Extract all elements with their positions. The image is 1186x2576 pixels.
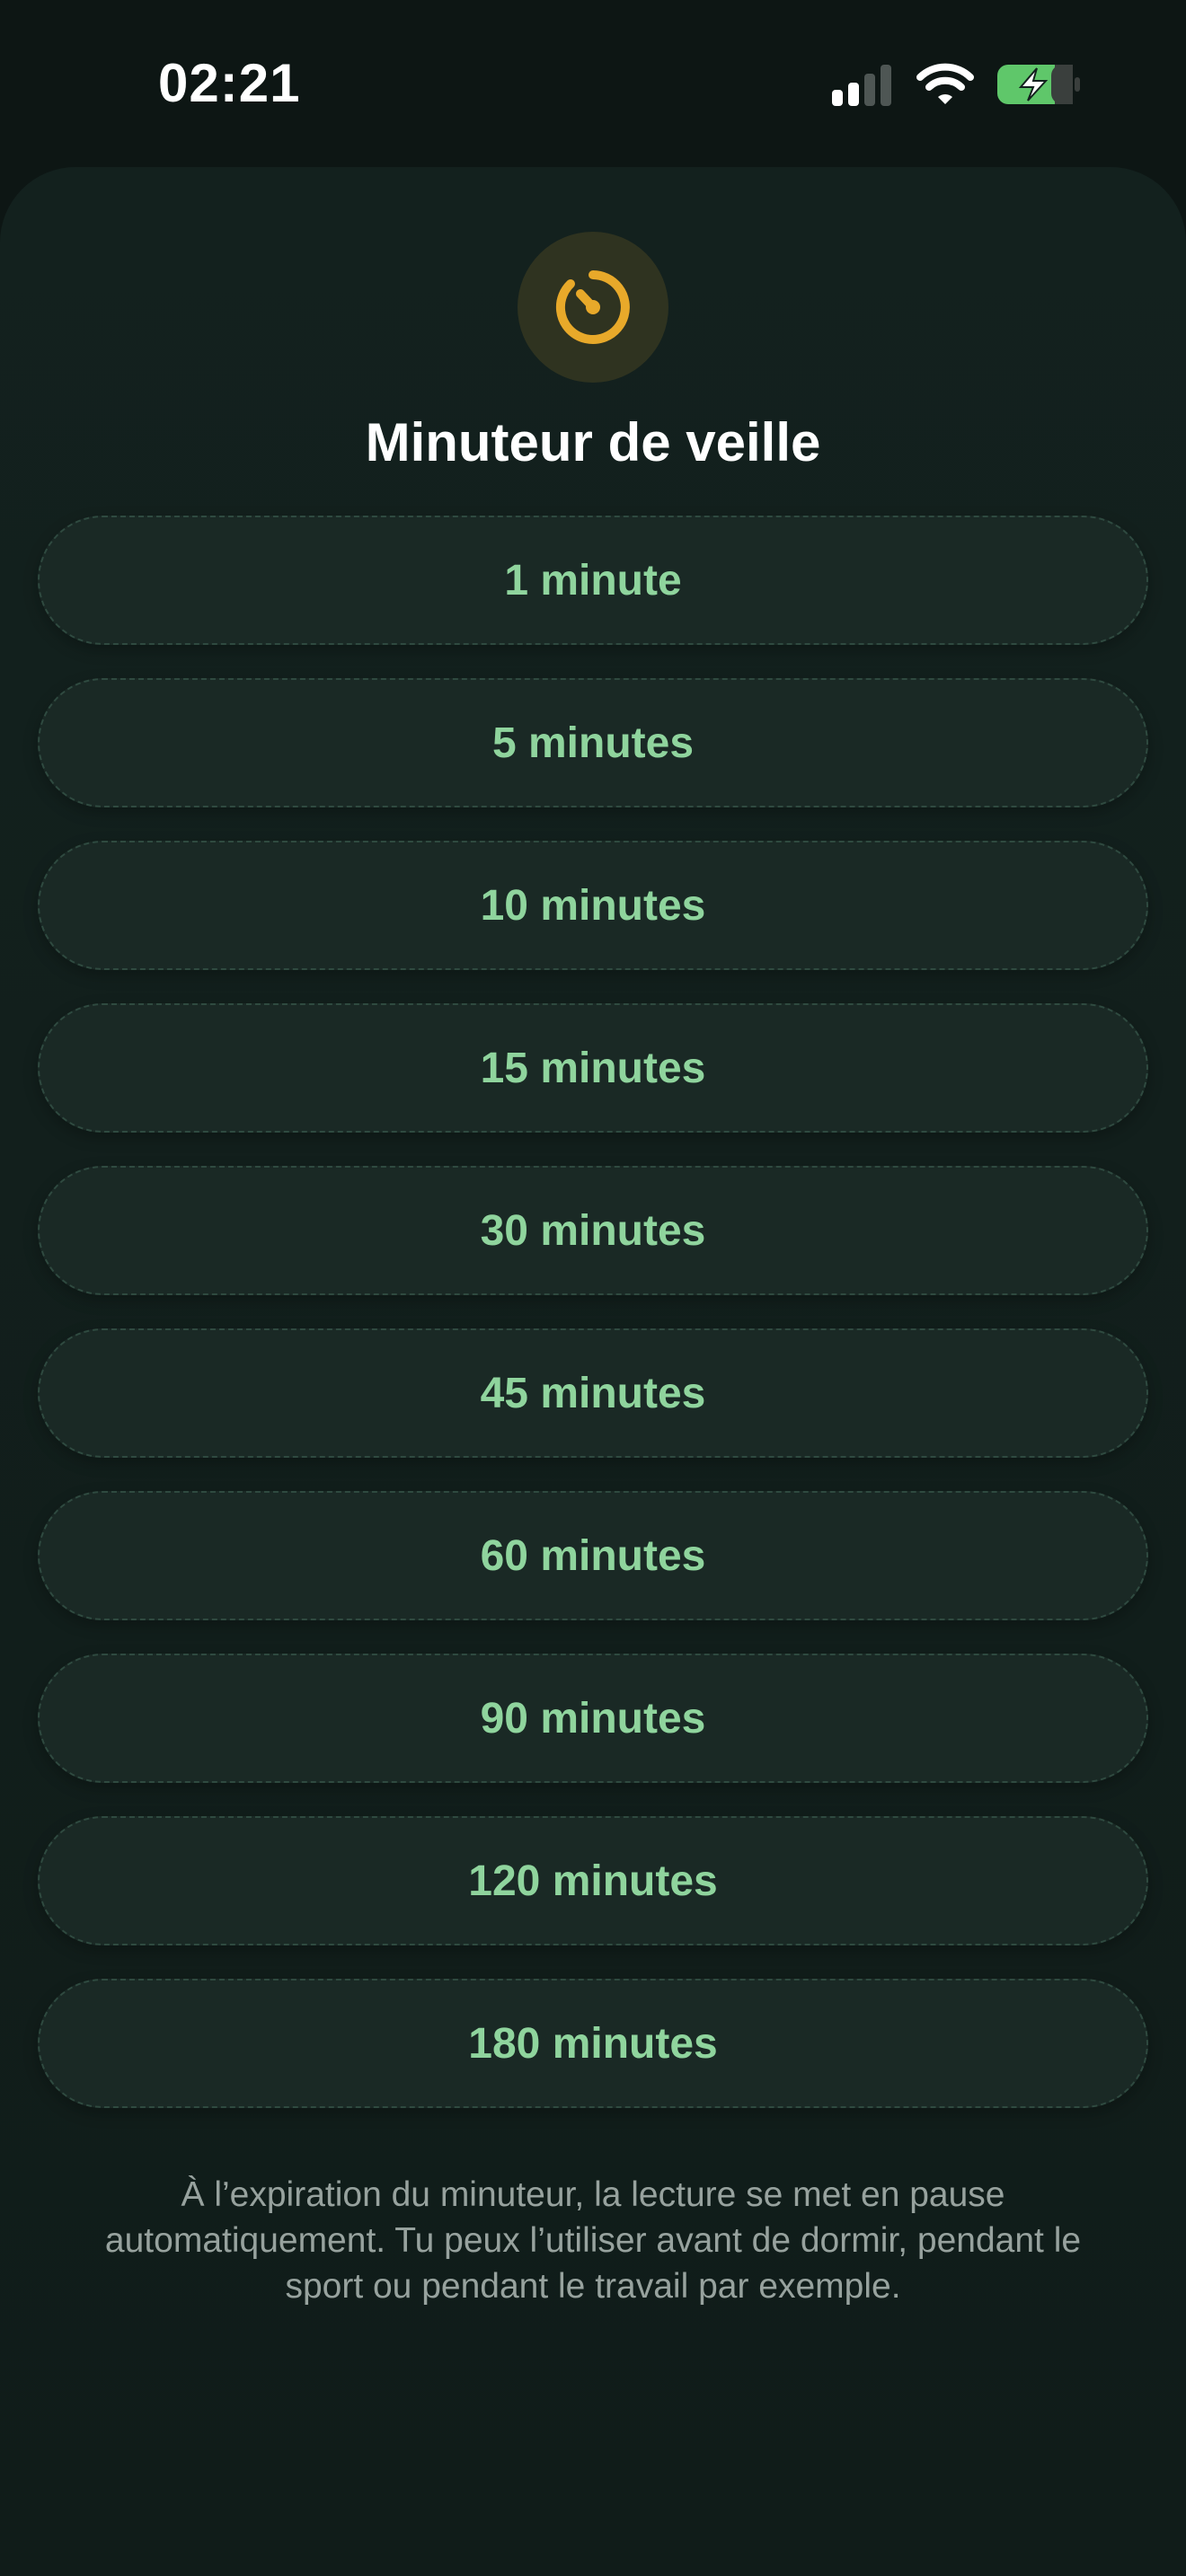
status-bar: 02:21	[0, 0, 1186, 171]
timer-option-60-minutes[interactable]: 60 minutes	[38, 1491, 1148, 1620]
wifi-icon	[916, 63, 974, 110]
status-icons	[830, 63, 1082, 110]
timer-option-180-minutes[interactable]: 180 minutes	[38, 1979, 1148, 2108]
timer-option-1-minute[interactable]: 1 minute	[38, 516, 1148, 645]
timer-option-45-minutes[interactable]: 45 minutes	[38, 1328, 1148, 1458]
timer-option-30-minutes[interactable]: 30 minutes	[38, 1166, 1148, 1295]
sleep-timer-sheet: Minuteur de veille 1 minute 5 minutes 10…	[0, 167, 1186, 2576]
timer-option-5-minutes[interactable]: 5 minutes	[38, 678, 1148, 807]
timer-icon	[518, 232, 668, 383]
timer-options-list: 1 minute 5 minutes 10 minutes 15 minutes…	[38, 516, 1148, 2141]
timer-option-90-minutes[interactable]: 90 minutes	[38, 1654, 1148, 1783]
status-time: 02:21	[158, 53, 301, 113]
timer-description: À l’expiration du minuteur, la lecture s…	[104, 2175, 1082, 2306]
cellular-signal-icon	[830, 63, 895, 110]
timer-option-10-minutes[interactable]: 10 minutes	[38, 841, 1148, 970]
timer-option-15-minutes[interactable]: 15 minutes	[38, 1003, 1148, 1133]
timer-option-120-minutes[interactable]: 120 minutes	[38, 1816, 1148, 1945]
battery-charging-icon	[996, 63, 1082, 110]
sheet-title: Minuteur de veille	[365, 412, 821, 472]
